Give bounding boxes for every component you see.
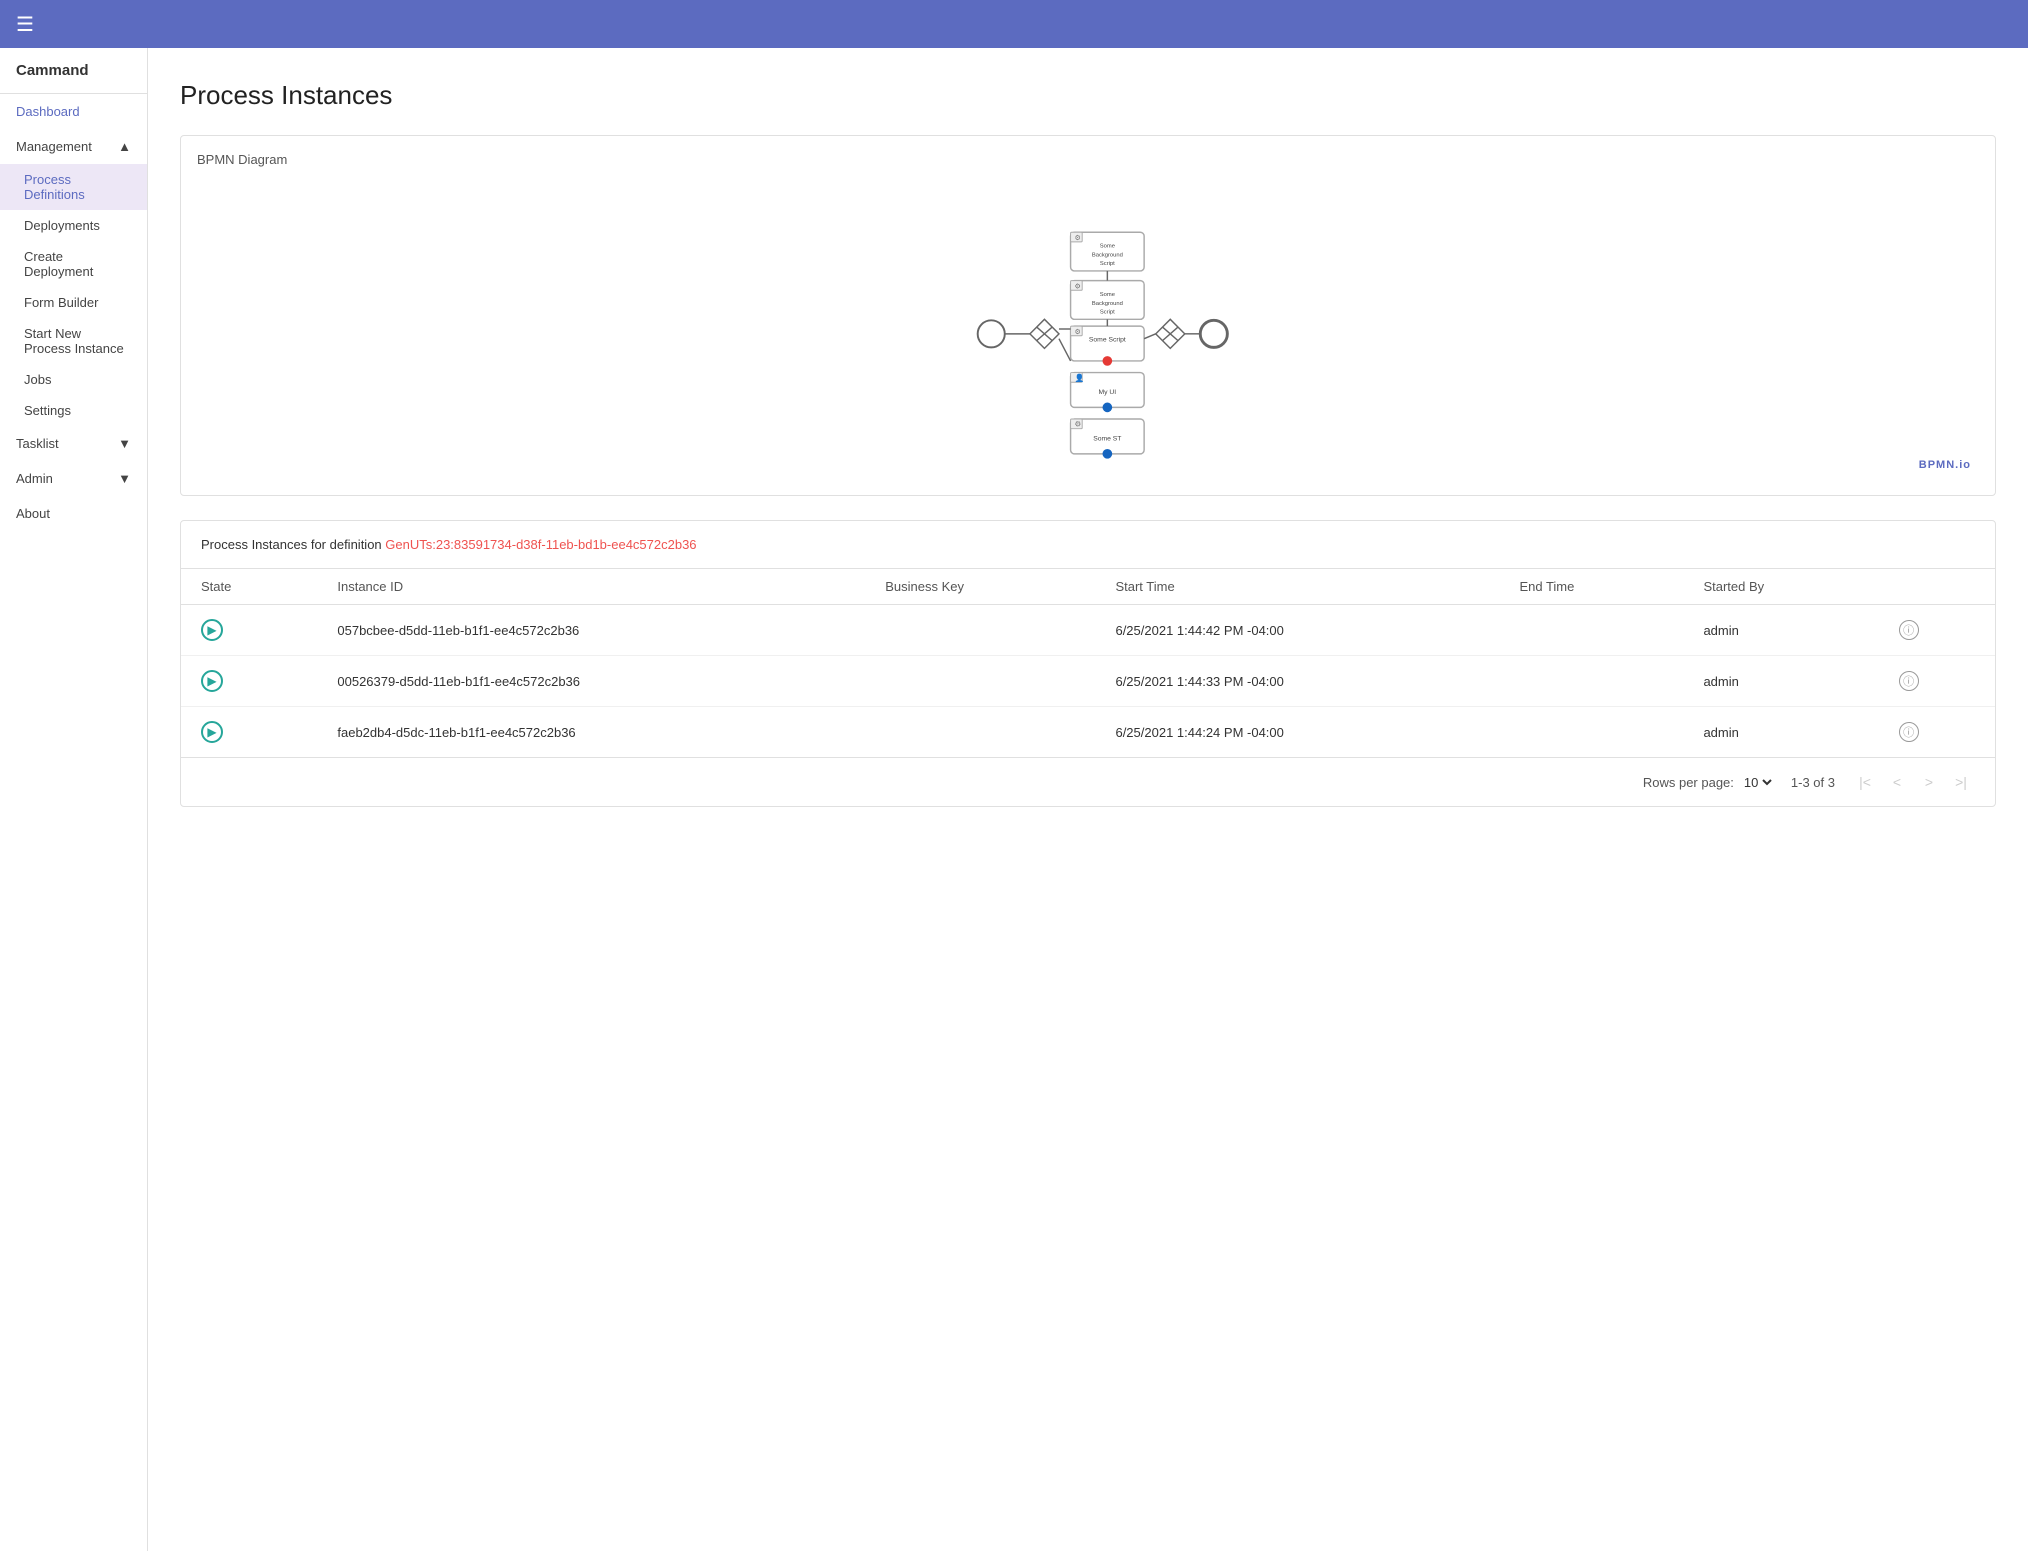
state-icon-2[interactable]: ▶ [201,721,223,743]
menu-icon[interactable]: ☰ [16,12,34,37]
bpmn-diagram: Some Background Script ⚙ Some Background… [197,179,1979,479]
col-actions [1879,569,1995,605]
cell-instance-id-0: 057bcbee-d5dd-11eb-b1f1-ee4c572c2b36 [317,605,865,656]
col-started-by: Started By [1683,569,1878,605]
bpmn-svg: Some Background Script ⚙ Some Background… [928,179,1248,479]
col-state: State [181,569,317,605]
instances-header: Process Instances for definition GenUTs:… [181,521,1995,569]
prev-page-button[interactable]: < [1883,768,1911,796]
table-row: ▶ faeb2db4-d5dc-11eb-b1f1-ee4c572c2b36 6… [181,707,1995,758]
svg-text:Some: Some [1100,244,1115,250]
cell-actions-1: ⓘ [1879,656,1995,707]
sidebar-item-deployments[interactable]: Deployments [0,210,147,241]
chevron-down-icon-admin: ▼ [118,471,131,486]
svg-text:⚙: ⚙ [1074,328,1080,336]
svg-text:⚙: ⚙ [1074,234,1080,242]
tasklist-label: Tasklist [16,436,59,451]
cell-started-by-2: admin [1683,707,1878,758]
svg-text:👤: 👤 [1074,372,1084,382]
sidebar-section-admin[interactable]: Admin ▼ [0,461,147,496]
definition-id-link[interactable]: GenUTs:23:83591734-d38f-11eb-bd1b-ee4c57… [385,537,696,552]
svg-text:Some ST: Some ST [1093,435,1121,442]
cell-business-key-1 [865,656,1095,707]
rows-per-page-label: Rows per page: [1643,775,1734,790]
last-page-button[interactable]: >| [1947,768,1975,796]
svg-text:Some: Some [1100,292,1115,298]
page-title: Process Instances [180,80,1996,111]
sidebar-item-form-builder[interactable]: Form Builder [0,287,147,318]
cell-started-by-0: admin [1683,605,1878,656]
admin-label: Admin [16,471,53,486]
pagination-controls: |< < > >| [1851,768,1975,796]
sidebar-item-settings[interactable]: Settings [0,395,147,426]
cell-actions-2: ⓘ [1879,707,1995,758]
chevron-up-icon: ▲ [118,139,131,154]
cell-business-key-0 [865,605,1095,656]
instances-table: State Instance ID Business Key Start Tim… [181,569,1995,757]
col-start-time: Start Time [1095,569,1499,605]
cell-started-by-1: admin [1683,656,1878,707]
cell-start-time-1: 6/25/2021 1:44:33 PM -04:00 [1095,656,1499,707]
info-icon-0[interactable]: ⓘ [1899,620,1919,640]
table-row: ▶ 00526379-d5dd-11eb-b1f1-ee4c572c2b36 6… [181,656,1995,707]
rows-per-page-select[interactable]: 10 25 50 [1740,774,1775,791]
svg-text:⚙: ⚙ [1074,282,1080,290]
cell-instance-id-1: 00526379-d5dd-11eb-b1f1-ee4c572c2b36 [317,656,865,707]
bpmn-watermark: BPMN.io [1919,459,1971,471]
sidebar-item-start-new-process[interactable]: Start New Process Instance [0,318,147,364]
svg-text:⚙: ⚙ [1074,420,1081,429]
svg-text:Script: Script [1100,310,1115,316]
cell-state-2: ▶ [181,707,317,758]
sidebar: Cammand Dashboard Management ▲ Process D… [0,48,148,1551]
svg-text:Background: Background [1092,252,1123,258]
sidebar-item-create-deployment[interactable]: Create Deployment [0,241,147,287]
cell-start-time-2: 6/25/2021 1:44:24 PM -04:00 [1095,707,1499,758]
topbar: ☰ [0,0,2028,48]
cell-end-time-0 [1499,605,1683,656]
state-icon-0[interactable]: ▶ [201,619,223,641]
instances-header-text: Process Instances for definition [201,537,385,552]
brand: Cammand [0,48,147,94]
next-page-button[interactable]: > [1915,768,1943,796]
rows-per-page-control: Rows per page: 10 25 50 [1643,774,1775,791]
cell-end-time-2 [1499,707,1683,758]
col-business-key: Business Key [865,569,1095,605]
cell-start-time-0: 6/25/2021 1:44:42 PM -04:00 [1095,605,1499,656]
svg-text:My UI: My UI [1099,389,1117,396]
table-header-row: State Instance ID Business Key Start Tim… [181,569,1995,605]
cell-business-key-2 [865,707,1095,758]
first-page-button[interactable]: |< [1851,768,1879,796]
sidebar-item-about[interactable]: About [0,496,147,531]
sidebar-section-management[interactable]: Management ▲ [0,129,147,164]
management-label: Management [16,139,92,154]
layout: Cammand Dashboard Management ▲ Process D… [0,48,2028,1551]
table-body: ▶ 057bcbee-d5dd-11eb-b1f1-ee4c572c2b36 6… [181,605,1995,758]
instances-section: Process Instances for definition GenUTs:… [180,520,1996,807]
info-icon-1[interactable]: ⓘ [1899,671,1919,691]
chevron-down-icon: ▼ [118,436,131,451]
col-instance-id: Instance ID [317,569,865,605]
sidebar-section-tasklist[interactable]: Tasklist ▼ [0,426,147,461]
cell-instance-id-2: faeb2db4-d5dc-11eb-b1f1-ee4c572c2b36 [317,707,865,758]
page-info: 1-3 of 3 [1791,775,1835,790]
sidebar-item-process-definitions[interactable]: Process Definitions [0,164,147,210]
col-end-time: End Time [1499,569,1683,605]
main-content: Process Instances BPMN Diagram [148,48,2028,1551]
info-icon-2[interactable]: ⓘ [1899,722,1919,742]
sidebar-item-jobs[interactable]: Jobs [0,364,147,395]
table-head: State Instance ID Business Key Start Tim… [181,569,1995,605]
table-footer: Rows per page: 10 25 50 1-3 of 3 |< < > … [181,757,1995,806]
cell-end-time-1 [1499,656,1683,707]
sidebar-item-dashboard[interactable]: Dashboard [0,94,147,129]
state-icon-1[interactable]: ▶ [201,670,223,692]
bpmn-diagram-container: BPMN Diagram [180,135,1996,496]
table-row: ▶ 057bcbee-d5dd-11eb-b1f1-ee4c572c2b36 6… [181,605,1995,656]
cell-state-0: ▶ [181,605,317,656]
cell-state-1: ▶ [181,656,317,707]
svg-text:Script: Script [1100,261,1115,267]
svg-text:Some Script: Some Script [1089,337,1126,344]
bpmn-label: BPMN Diagram [197,152,1979,167]
cell-actions-0: ⓘ [1879,605,1995,656]
svg-text:Background: Background [1092,301,1123,307]
